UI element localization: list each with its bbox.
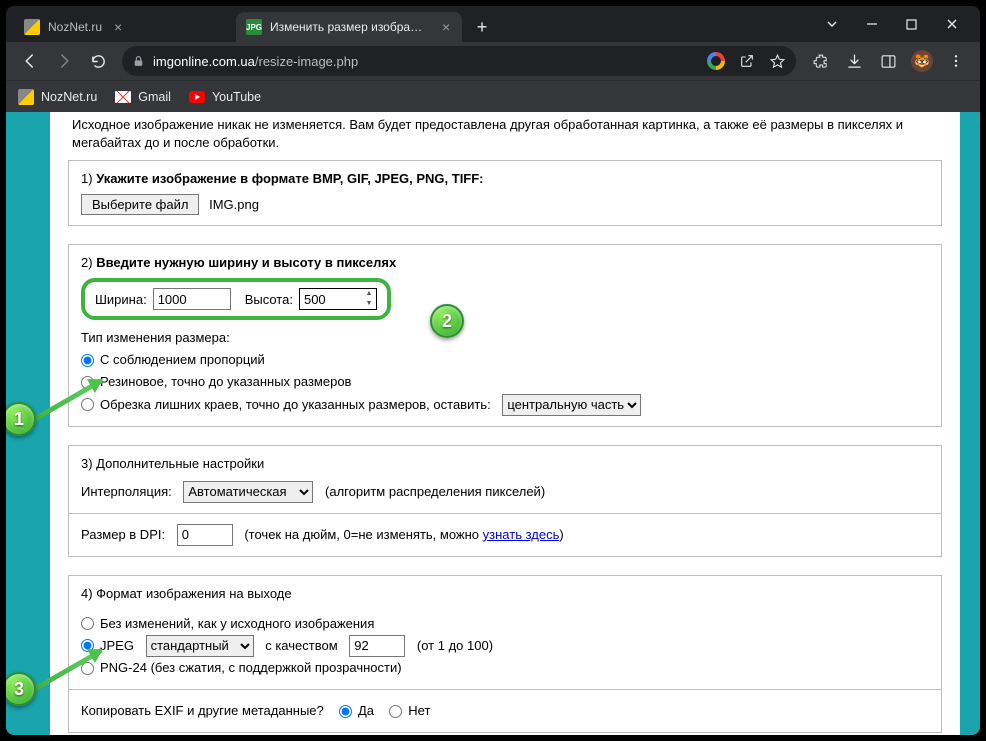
sidepanel-button[interactable] bbox=[872, 45, 904, 77]
dpi-label: Размер в DPI: bbox=[81, 524, 165, 546]
section-title: 2) Введите нужную ширину и высоту в пикс… bbox=[81, 255, 929, 270]
radio-label: С соблюдением пропорций bbox=[100, 349, 265, 371]
radio-format-same[interactable] bbox=[81, 617, 94, 630]
section-advanced: 3) Дополнительные настройки Интерполяция… bbox=[68, 445, 942, 557]
bookmark-label: Gmail bbox=[138, 90, 171, 104]
page-content[interactable]: Исходное изображение никак не изменяется… bbox=[50, 112, 960, 735]
dpi-input[interactable] bbox=[177, 524, 233, 546]
bookmark-youtube[interactable]: YouTube bbox=[189, 89, 261, 105]
radio-label: Обрезка лишних краев, точно до указанных… bbox=[100, 394, 491, 416]
radio-label: Нет bbox=[408, 700, 430, 722]
back-button[interactable] bbox=[14, 45, 46, 77]
section-output-format: 4) Формат изображения на выходе Без изме… bbox=[68, 575, 942, 733]
forward-button[interactable] bbox=[48, 45, 80, 77]
radio-label: Да bbox=[358, 700, 374, 722]
bookmark-gmail[interactable]: Gmail bbox=[115, 89, 171, 105]
radio-label: Без изменений, как у исходного изображен… bbox=[100, 613, 374, 635]
radio-exif-no[interactable] bbox=[389, 705, 402, 718]
spinner-icon[interactable]: ▲▼ bbox=[362, 289, 376, 309]
section-upload: 1) Укажите изображение в формате BMP, GI… bbox=[68, 160, 942, 226]
address-bar[interactable]: imgonline.com.ua/resize-image.php bbox=[122, 46, 796, 76]
favicon-noznet bbox=[18, 89, 34, 105]
radio-label: PNG-24 (без сжатия, с поддержкой прозрач… bbox=[100, 657, 402, 679]
selected-filename: IMG.png bbox=[209, 197, 259, 212]
section-title: 3) Дополнительные настройки bbox=[81, 456, 929, 471]
interpolation-select[interactable]: Автоматическая bbox=[183, 481, 313, 503]
close-icon[interactable]: × bbox=[114, 19, 122, 35]
width-label: Ширина: bbox=[95, 292, 147, 307]
radio-label: Резиновое, точно до указанных размеров bbox=[100, 371, 351, 393]
exif-label: Копировать EXIF и другие метаданные? bbox=[81, 700, 324, 722]
url-text: imgonline.com.ua/resize-image.php bbox=[153, 54, 699, 69]
section-title: 1) Укажите изображение в формате BMP, GI… bbox=[81, 171, 929, 186]
choose-file-button[interactable]: Выберите файл bbox=[81, 194, 199, 215]
gmail-icon bbox=[115, 89, 131, 105]
width-input[interactable] bbox=[153, 288, 231, 310]
minimize-icon[interactable] bbox=[866, 18, 886, 30]
tab-label: Изменить размер изображения bbox=[270, 20, 430, 34]
tab-imgonline[interactable]: JPG Изменить размер изображения × bbox=[236, 12, 462, 42]
quality-note: (от 1 до 100) bbox=[417, 635, 493, 657]
tab-strip: NozNet.ru × JPG Изменить размер изображе… bbox=[6, 6, 812, 42]
profile-avatar[interactable]: 🐯 bbox=[906, 45, 938, 77]
quality-input[interactable] bbox=[349, 635, 405, 657]
dimensions-highlight: Ширина: Высота: ▲▼ bbox=[81, 278, 391, 320]
favicon-jpg: JPG bbox=[246, 19, 262, 35]
share-icon[interactable] bbox=[739, 53, 755, 69]
extensions-button[interactable] bbox=[804, 45, 836, 77]
section-dimensions: 2) Введите нужную ширину и высоту в пикс… bbox=[68, 244, 942, 426]
reload-button[interactable] bbox=[82, 45, 114, 77]
badge-1: 1 bbox=[6, 402, 36, 436]
window-controls bbox=[812, 6, 980, 42]
downloads-button[interactable] bbox=[838, 45, 870, 77]
close-window-icon[interactable] bbox=[946, 18, 966, 30]
intro-text: Исходное изображение никак не изменяется… bbox=[68, 112, 942, 160]
menu-button[interactable] bbox=[940, 45, 972, 77]
tab-label: NozNet.ru bbox=[48, 20, 102, 34]
resize-type-label: Тип изменения размера: bbox=[81, 330, 929, 345]
page-viewport: Исходное изображение никак не изменяется… bbox=[6, 112, 980, 735]
bookmark-label: YouTube bbox=[212, 90, 261, 104]
bookmarks-bar: NozNet.ru Gmail YouTube bbox=[6, 80, 980, 112]
toolbar: imgonline.com.ua/resize-image.php 🐯 bbox=[6, 42, 980, 80]
radio-exif-yes[interactable] bbox=[339, 705, 352, 718]
badge-3: 3 bbox=[6, 672, 36, 706]
new-tab-button[interactable]: + bbox=[468, 13, 496, 41]
youtube-icon bbox=[189, 89, 205, 105]
crop-position-select[interactable]: центральную часть bbox=[502, 394, 641, 416]
section-title: 4) Формат изображения на выходе bbox=[81, 586, 929, 601]
favicon-noznet bbox=[24, 19, 40, 35]
maximize-icon[interactable] bbox=[906, 19, 926, 30]
interpolation-note: (алгоритм распределения пикселей) bbox=[325, 481, 545, 503]
chevron-down-icon[interactable] bbox=[826, 18, 846, 30]
radio-keep-proportions[interactable] bbox=[81, 354, 94, 367]
height-label: Высота: bbox=[245, 292, 293, 307]
bookmark-noznet[interactable]: NozNet.ru bbox=[18, 89, 97, 105]
star-icon[interactable] bbox=[769, 53, 786, 70]
badge-2: 2 bbox=[430, 304, 464, 338]
quality-label: с качеством bbox=[265, 635, 337, 657]
tab-noznet[interactable]: NozNet.ru × bbox=[14, 12, 236, 42]
bookmark-label: NozNet.ru bbox=[41, 90, 97, 104]
close-icon[interactable]: × bbox=[442, 19, 450, 35]
interpolation-label: Интерполяция: bbox=[81, 481, 172, 503]
dpi-help-link[interactable]: узнать здесь bbox=[483, 527, 560, 542]
radio-crop[interactable] bbox=[81, 398, 94, 411]
browser-window: NozNet.ru × JPG Изменить размер изображе… bbox=[6, 6, 980, 735]
lock-icon bbox=[132, 55, 145, 68]
google-icon[interactable] bbox=[707, 52, 725, 70]
dpi-note: (точек на дюйм, 0=не изменять, можно узн… bbox=[244, 524, 563, 546]
titlebar: NozNet.ru × JPG Изменить размер изображе… bbox=[6, 6, 980, 42]
jpeg-type-select[interactable]: стандартный bbox=[146, 635, 254, 657]
